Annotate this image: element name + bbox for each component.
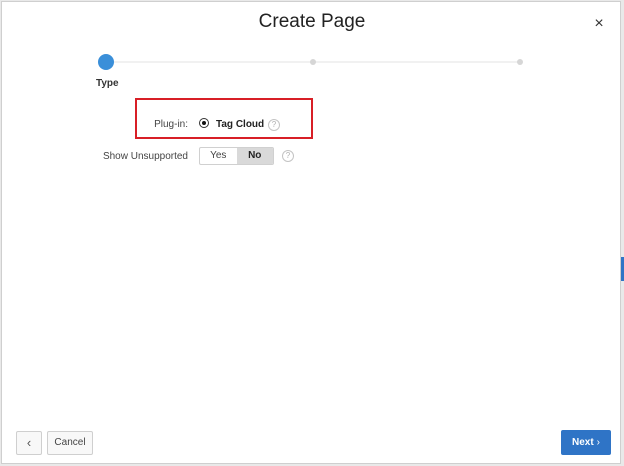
toggle-yes-button[interactable]: Yes <box>200 148 237 164</box>
plugin-radio-tag-cloud[interactable] <box>199 118 209 128</box>
plugin-label: Plug-in: <box>154 119 188 130</box>
close-icon[interactable]: × <box>590 15 608 33</box>
create-page-dialog: Create Page × Type Plug-in: Tag Cloud ? … <box>1 1 621 464</box>
back-button[interactable]: ‹ <box>16 431 42 455</box>
chevron-right-icon: › <box>596 437 601 448</box>
next-button-label: Next <box>571 437 594 448</box>
wizard-step-type <box>98 54 114 70</box>
toggle-no-button[interactable]: No <box>236 148 273 164</box>
next-button[interactable]: Next › <box>561 430 611 455</box>
wizard-step-label: Type <box>96 78 119 89</box>
show-unsupported-help-icon[interactable]: ? <box>282 150 294 162</box>
dialog-title: Create Page <box>258 11 366 32</box>
cancel-button[interactable]: Cancel <box>47 431 93 455</box>
show-unsupported-toggle: Yes No <box>199 147 274 165</box>
wizard-step-3 <box>517 59 523 65</box>
plugin-help-icon[interactable]: ? <box>268 119 280 131</box>
plugin-option-label[interactable]: Tag Cloud <box>216 119 264 130</box>
chevron-left-icon: ‹ <box>26 435 32 450</box>
show-unsupported-label: Show Unsupported <box>102 151 188 162</box>
wizard-step-2 <box>310 59 316 65</box>
